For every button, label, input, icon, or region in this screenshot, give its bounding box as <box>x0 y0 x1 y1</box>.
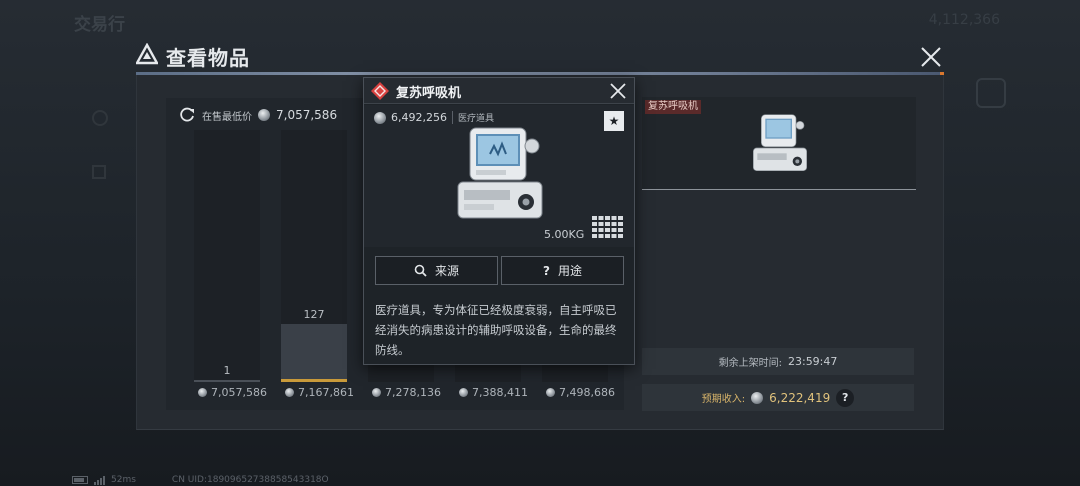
price-bar-slot[interactable] <box>194 130 260 382</box>
background-nav-icon <box>92 110 108 126</box>
item-tooltip: 复苏呼吸机 6,492,256 医疗道具 ★ 5.00KG 来源 ? 用途 医疗… <box>363 77 635 365</box>
source-button-label: 来源 <box>434 264 459 278</box>
price-axis-label: 7,388,411 <box>459 386 528 399</box>
rarity-diamond-icon <box>371 82 389 100</box>
modal-close-icon[interactable] <box>919 45 943 69</box>
tooltip-item-name: 复苏呼吸机 <box>396 86 462 101</box>
item-name-tag: 复苏呼吸机 <box>645 100 701 114</box>
coin-icon <box>198 388 207 397</box>
favorite-star-icon[interactable]: ★ <box>604 111 624 131</box>
tooltip-header: 复苏呼吸机 <box>364 78 634 104</box>
expected-income-value: 6,222,419 <box>769 390 831 405</box>
listing-time-label: 剩余上架时间: <box>718 358 782 369</box>
tooltip-close-icon[interactable] <box>608 81 628 101</box>
tooltip-price: 6,492,256 <box>391 111 447 124</box>
price-axis-label: 7,167,861 <box>285 386 354 399</box>
ping-value: 52ms <box>111 475 136 485</box>
listing-time-value: 23:59:47 <box>787 355 838 368</box>
background-back-label: 交易行 <box>74 15 125 35</box>
price-axis-label-text: 7,498,686 <box>559 386 615 399</box>
coin-icon <box>258 109 270 121</box>
question-mark-icon: ? <box>543 263 550 278</box>
price-axis-label-text: 7,167,861 <box>298 386 354 399</box>
background-gamepad-icon <box>976 78 1006 108</box>
modal-title: 查看物品 <box>166 46 250 70</box>
usage-button-label: 用途 <box>557 264 582 278</box>
battery-icon <box>72 476 88 484</box>
price-bar-count: 1 <box>223 364 231 377</box>
coin-icon <box>546 388 555 397</box>
listing-time-row: 剩余上架时间: 23:59:47 <box>642 348 914 375</box>
help-button[interactable]: ? <box>836 388 855 407</box>
price-bar-count: 127 <box>303 308 325 321</box>
lowest-price-label: 在售最低价 <box>202 111 252 123</box>
price-axis-label-text: 7,057,586 <box>211 386 267 399</box>
coin-icon <box>372 388 381 397</box>
price-axis-label: 7,057,586 <box>198 386 267 399</box>
tooltip-description: 医疗道具，专为体征已经极度衰弱，自主呼吸已经消失的病患设计的辅助呼吸设备，生命的… <box>375 303 617 357</box>
price-bar-base <box>194 380 260 382</box>
background-list-icon <box>92 165 106 179</box>
expected-income-label: 预期收入: <box>701 394 746 405</box>
coin-icon <box>751 391 764 404</box>
price-bar <box>281 324 347 382</box>
tooltip-weight: 5.00KG <box>544 228 585 241</box>
search-icon <box>414 264 427 277</box>
price-axis-label: 7,278,136 <box>372 386 441 399</box>
price-axis-label-text: 7,278,136 <box>385 386 441 399</box>
signal-icon <box>94 475 105 485</box>
lowest-price-value: 7,057,586 <box>276 108 338 122</box>
refresh-icon[interactable] <box>178 106 196 124</box>
price-axis-label: 7,498,686 <box>546 386 615 399</box>
source-button[interactable]: 来源 <box>375 256 498 285</box>
background-currency: 4,112,366 <box>928 12 1000 28</box>
background-topbar: 交易行 4,112,366 <box>0 0 1080 40</box>
price-bar-base <box>281 379 347 382</box>
usage-button[interactable]: ? 用途 <box>501 256 624 285</box>
status-footer: 52ms CN UID:18909652738858543318O <box>72 474 329 486</box>
price-axis-label-text: 7,388,411 <box>472 386 528 399</box>
ventilator-icon <box>457 127 543 219</box>
grid-size-icon <box>592 216 623 238</box>
warning-triangle-icon <box>136 43 158 65</box>
ventilator-icon <box>753 114 807 171</box>
coin-icon <box>285 388 294 397</box>
coin-icon <box>374 111 386 124</box>
lowest-price-row: 在售最低价 7,057,586 <box>178 104 337 126</box>
coin-icon <box>459 388 468 397</box>
price-bar-slot[interactable] <box>281 130 347 382</box>
expected-income-row: 预期收入: 6,222,419 ? <box>642 384 914 411</box>
modal-header: 查看物品 <box>136 40 944 74</box>
user-uid: CN UID:18909652738858543318O <box>171 475 329 485</box>
